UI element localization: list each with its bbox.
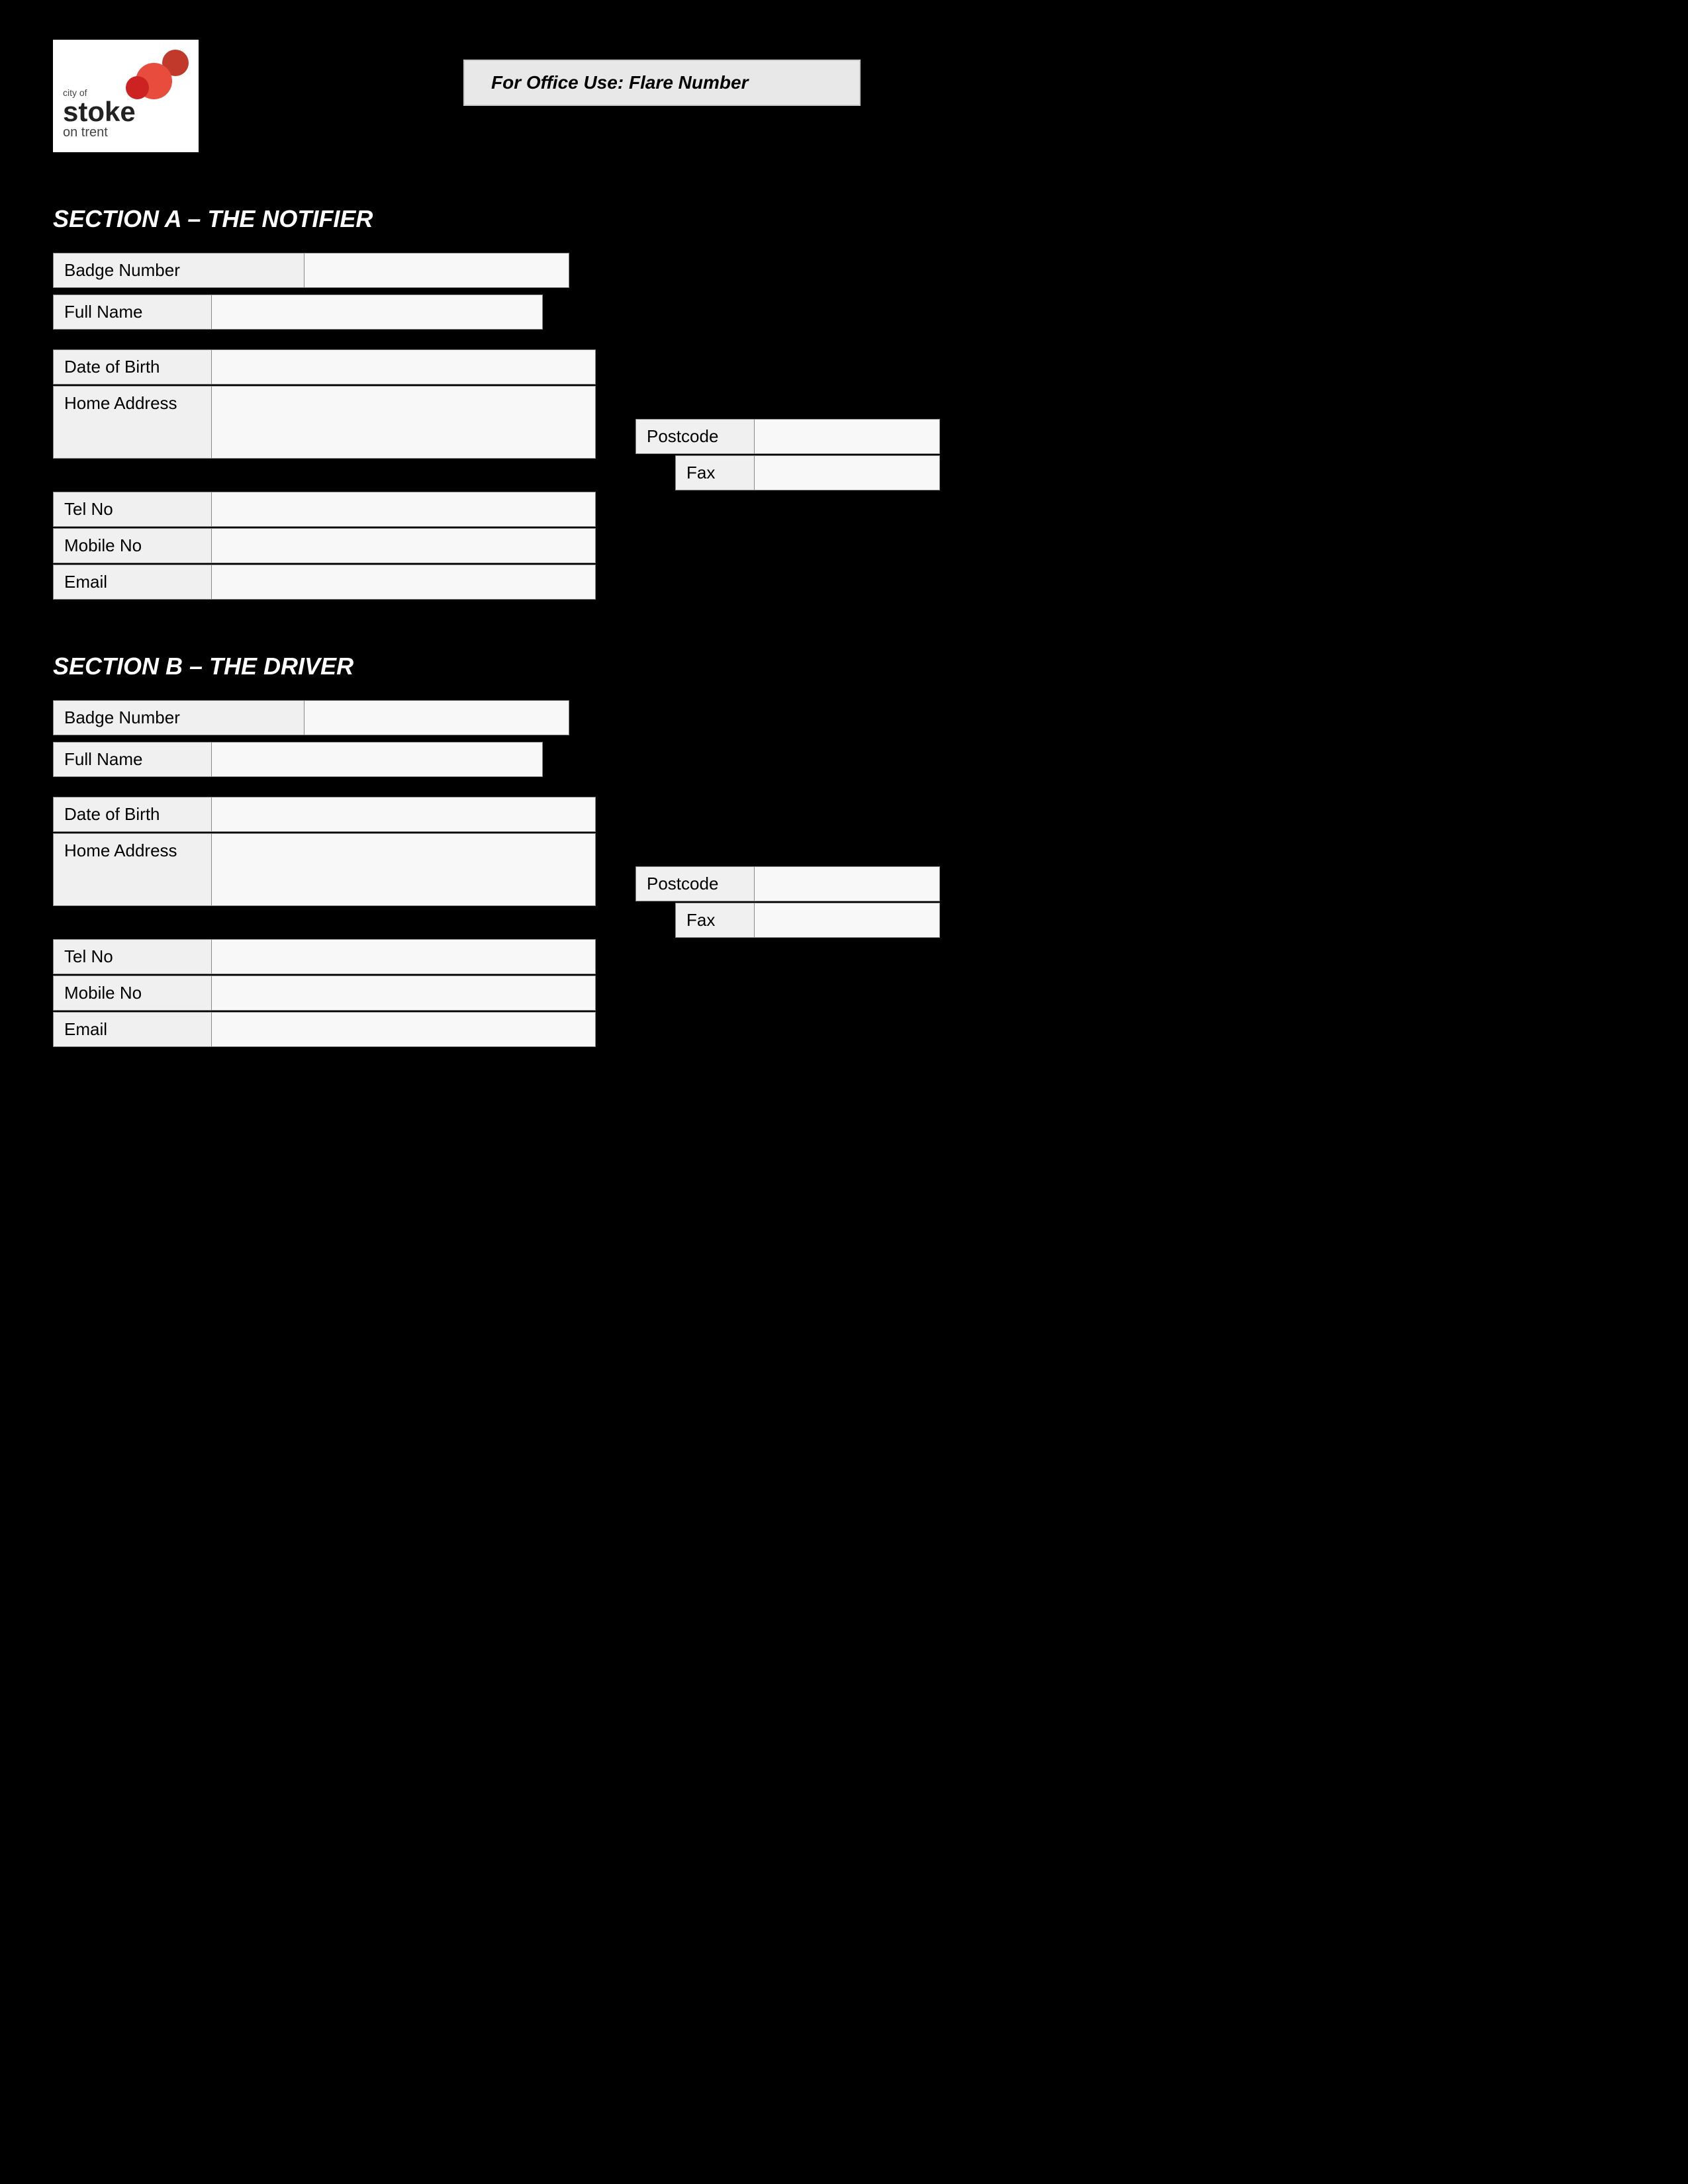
badge-number-label-b: Badge Number bbox=[53, 700, 305, 735]
tel-label-a: Tel No bbox=[53, 492, 212, 527]
section-b: SECTION B – THE DRIVER Badge Number Full… bbox=[53, 653, 1635, 1047]
full-name-input-a[interactable] bbox=[212, 295, 543, 330]
page: city of stoke on trent For Office Use: F… bbox=[0, 0, 1688, 2184]
address-section-b: Home Address Postcode Fax bbox=[53, 833, 1635, 938]
full-name-row-a: Full Name bbox=[53, 295, 1635, 330]
mobile-label-b: Mobile No bbox=[53, 976, 212, 1011]
dob-label-b: Date of Birth bbox=[53, 797, 212, 832]
mobile-label-a: Mobile No bbox=[53, 528, 212, 563]
tel-row-b: Tel No bbox=[53, 939, 1635, 974]
email-input-a[interactable] bbox=[212, 565, 596, 600]
fax-row-b: Fax bbox=[635, 903, 940, 938]
full-name-label-b: Full Name bbox=[53, 742, 212, 777]
header: city of stoke on trent For Office Use: F… bbox=[53, 40, 1635, 152]
badge-number-input-a[interactable] bbox=[305, 253, 569, 288]
full-name-input-b[interactable] bbox=[212, 742, 543, 777]
badge-number-label-a: Badge Number bbox=[53, 253, 305, 288]
postcode-row-b: Postcode bbox=[635, 866, 940, 901]
home-address-label-a: Home Address bbox=[53, 386, 212, 459]
logo-box: city of stoke on trent bbox=[53, 40, 199, 152]
tel-input-a[interactable] bbox=[212, 492, 596, 527]
dob-input-a[interactable] bbox=[212, 349, 596, 385]
section-b-title: SECTION B – THE DRIVER bbox=[53, 653, 1635, 680]
mobile-input-a[interactable] bbox=[212, 528, 596, 563]
tel-row-a: Tel No bbox=[53, 492, 1635, 527]
badge-number-row-a: Badge Number bbox=[53, 253, 1635, 288]
dob-row-a: Date of Birth bbox=[53, 349, 1635, 385]
badge-number-input-b[interactable] bbox=[305, 700, 569, 735]
home-address-input-a[interactable] bbox=[212, 386, 596, 459]
dob-label-a: Date of Birth bbox=[53, 349, 212, 385]
postcode-fax-a: Postcode Fax bbox=[635, 419, 940, 490]
section-a: SECTION A – THE NOTIFIER Badge Number Fu… bbox=[53, 205, 1635, 600]
postcode-fax-b: Postcode Fax bbox=[635, 866, 940, 938]
fax-label-a: Fax bbox=[675, 455, 755, 490]
fax-input-a[interactable] bbox=[755, 455, 940, 490]
full-name-label-a: Full Name bbox=[53, 295, 212, 330]
address-section-a: Home Address Postcode Fax bbox=[53, 386, 1635, 490]
postcode-input-a[interactable] bbox=[755, 419, 940, 454]
home-address-input-b[interactable] bbox=[212, 833, 596, 906]
mobile-row-b: Mobile No bbox=[53, 976, 1635, 1011]
office-use-label: For Office Use: Flare Number bbox=[491, 72, 748, 93]
postcode-input-b[interactable] bbox=[755, 866, 940, 901]
postcode-label-b: Postcode bbox=[635, 866, 755, 901]
badge-number-row-b: Badge Number bbox=[53, 700, 1635, 735]
email-row-a: Email bbox=[53, 565, 1635, 600]
dob-input-b[interactable] bbox=[212, 797, 596, 832]
email-label-b: Email bbox=[53, 1012, 212, 1047]
logo-on-trent: on trent bbox=[63, 126, 136, 139]
postcode-label-a: Postcode bbox=[635, 419, 755, 454]
fax-label-b: Fax bbox=[675, 903, 755, 938]
postcode-row-a: Postcode bbox=[635, 419, 940, 454]
tel-label-b: Tel No bbox=[53, 939, 212, 974]
logo-stoke: stoke bbox=[63, 98, 136, 126]
office-use-box: For Office Use: Flare Number bbox=[463, 60, 861, 106]
home-address-label-b: Home Address bbox=[53, 833, 212, 906]
fax-row-a: Fax bbox=[635, 455, 940, 490]
email-label-a: Email bbox=[53, 565, 212, 600]
email-row-b: Email bbox=[53, 1012, 1635, 1047]
address-fields-a: Home Address bbox=[53, 386, 596, 459]
mobile-input-b[interactable] bbox=[212, 976, 596, 1011]
tel-input-b[interactable] bbox=[212, 939, 596, 974]
email-input-b[interactable] bbox=[212, 1012, 596, 1047]
address-fields-b: Home Address bbox=[53, 833, 596, 906]
dob-row-b: Date of Birth bbox=[53, 797, 1635, 832]
full-name-row-b: Full Name bbox=[53, 742, 1635, 777]
fax-input-b[interactable] bbox=[755, 903, 940, 938]
section-a-title: SECTION A – THE NOTIFIER bbox=[53, 205, 1635, 233]
mobile-row-a: Mobile No bbox=[53, 528, 1635, 563]
